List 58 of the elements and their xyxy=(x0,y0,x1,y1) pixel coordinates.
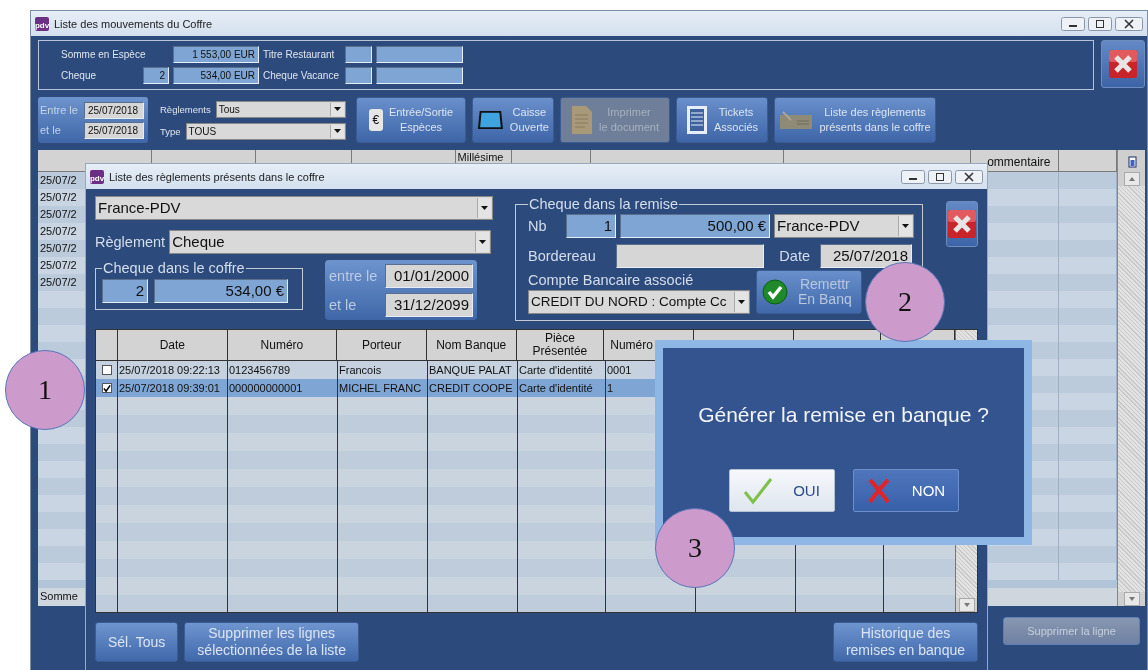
action-button[interactable]: Supprimer les lignes sélectionnées de la liste xyxy=(184,622,359,662)
shop-dropdown[interactable]: France-PDV xyxy=(95,196,493,220)
table-cell-text: 000000000001 xyxy=(229,381,303,396)
field-label: Cheque Vacance xyxy=(263,69,340,83)
amount-field: 1 553,00 EUR xyxy=(173,46,259,63)
account-dropdown[interactable]: CREDIT DU NORD : Compte Cc xyxy=(528,290,750,314)
field-label: et le xyxy=(329,295,358,315)
date-field[interactable]: 25/07/2018 xyxy=(84,121,144,139)
field-label: Titre Restaurant xyxy=(263,48,336,62)
table-cell-text: 0001 xyxy=(607,363,632,378)
count-field: 2 xyxy=(143,67,169,84)
count-field: 1 xyxy=(566,214,616,238)
toolbar-button[interactable]: Caisse Ouverte xyxy=(472,97,554,143)
shop-dropdown[interactable]: France-PDV xyxy=(774,214,914,238)
date-field[interactable]: 25/07/2018 xyxy=(820,244,912,268)
toolbar-button[interactable]: Liste des règlements présents dans le coffre xyxy=(774,97,936,143)
filter-label: Type xyxy=(160,125,181,137)
action-button[interactable]: Historique des remises en banque xyxy=(832,622,978,662)
table-cell-text: 0123456789 xyxy=(229,363,291,378)
date-field[interactable]: 25/07/2018 xyxy=(84,101,144,119)
confirm-message: Générer la remise en banque ? xyxy=(698,403,989,427)
annotation-marker: 1 xyxy=(5,350,85,430)
table-cell-text: Carte d'identité xyxy=(519,381,593,396)
field-label: Bordereau xyxy=(528,248,597,264)
no-button[interactable]: NON xyxy=(852,469,959,512)
table-cell-text: BANQUE PALAT xyxy=(429,363,512,378)
app-logo: pdv xyxy=(35,16,49,31)
field-label: Somme en Espèce xyxy=(61,48,147,62)
window-title: Liste des mouvements du Coffre xyxy=(54,17,214,30)
euro-icon: € xyxy=(368,109,383,131)
amount-field: 534,00 € xyxy=(154,279,288,303)
yes-button[interactable]: OUI xyxy=(728,469,835,512)
table-cell-text: Francois xyxy=(339,363,382,378)
filter-label: Règlements xyxy=(160,103,211,115)
table-cell-text: CREDIT COOPE xyxy=(429,381,513,396)
field-label: Entre le xyxy=(40,102,79,118)
payment-dropdown[interactable]: Cheque xyxy=(169,230,491,254)
app-logo: pdv xyxy=(90,169,104,184)
table-cell-text: 25/07/2018 09:39:01 xyxy=(119,381,220,396)
toolbar-button[interactable]: Tickets Associés xyxy=(676,97,768,143)
table-cell-text: Carte d'identité xyxy=(519,363,593,378)
table-cell-text: 1 xyxy=(607,381,614,396)
filter-dropdown[interactable]: TOUS xyxy=(185,122,346,140)
filter-dropdown[interactable]: Tous xyxy=(215,100,346,118)
field-label: Date xyxy=(778,248,811,264)
field-label: Nb xyxy=(528,218,548,234)
field-label: Cheque xyxy=(61,69,98,83)
count-field: 2 xyxy=(102,279,148,303)
date-field[interactable]: 31/12/2099 xyxy=(385,292,473,317)
amount-field: 500,00 € xyxy=(620,214,770,238)
field-label: Compte Bancaire associé xyxy=(528,272,695,288)
group-title: Cheque dans la remise xyxy=(528,196,680,212)
date-field[interactable]: 01/01/2000 xyxy=(385,263,473,288)
table-cell-text: MICHEL FRANC xyxy=(339,381,422,396)
amount-field: 534,00 EUR xyxy=(173,67,259,84)
field-label: et le xyxy=(40,122,62,138)
field-label: entre le xyxy=(329,266,379,286)
table-cell-text: 25/07/2018 09:22:13 xyxy=(119,363,220,378)
